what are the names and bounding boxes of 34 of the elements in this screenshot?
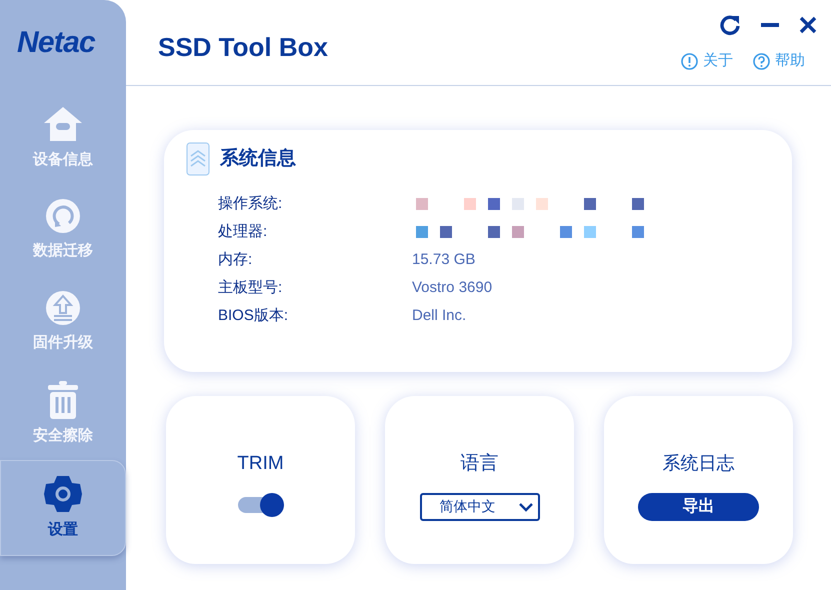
info-value: Vostro 3690 <box>412 278 492 298</box>
info-value: 15.73 GB <box>412 250 476 270</box>
gear-icon <box>43 474 83 513</box>
section-title: 系统信息 <box>220 146 296 171</box>
info-label: 处理器: <box>218 222 268 242</box>
app-title: SSD Tool Box <box>158 32 328 62</box>
sidebar-item[interactable]: 设置 <box>0 460 126 556</box>
device-icon <box>186 142 210 176</box>
export-button[interactable]: 导出 <box>638 493 759 521</box>
sidebar-item[interactable]: 设备信息 <box>0 92 126 184</box>
system-log-label: 系统日志 <box>662 452 734 475</box>
sidebar-item[interactable]: 固件升级 <box>0 276 126 368</box>
info-label: BIOS版本: <box>218 306 290 326</box>
info-value: Dell Inc. <box>412 306 466 326</box>
info-label: 主板型号: <box>218 278 284 298</box>
minimize-icon[interactable] <box>761 22 779 28</box>
sidebar-item[interactable]: 数据迁移 <box>0 184 126 276</box>
language-select[interactable]: 简体中文 <box>420 492 540 520</box>
trim-label: TRIM <box>237 452 284 476</box>
chevron-down-icon <box>518 502 534 512</box>
info-icon <box>681 52 698 70</box>
house-icon <box>43 104 83 143</box>
about-link[interactable]: 关于 <box>681 50 733 72</box>
help-link[interactable]: 帮助 <box>753 50 805 72</box>
help-icon <box>753 52 770 70</box>
trash-icon <box>48 380 78 419</box>
refresh-icon[interactable] <box>719 14 741 36</box>
trim-toggle[interactable] <box>238 492 284 516</box>
info-label: 操作系统: <box>218 194 284 214</box>
close-icon[interactable] <box>799 16 817 34</box>
sidebar-item[interactable]: 安全擦除 <box>0 368 126 460</box>
info-label: 内存: <box>218 250 254 270</box>
logo: Netac <box>17 26 95 59</box>
language-label: 语言 <box>460 452 498 476</box>
